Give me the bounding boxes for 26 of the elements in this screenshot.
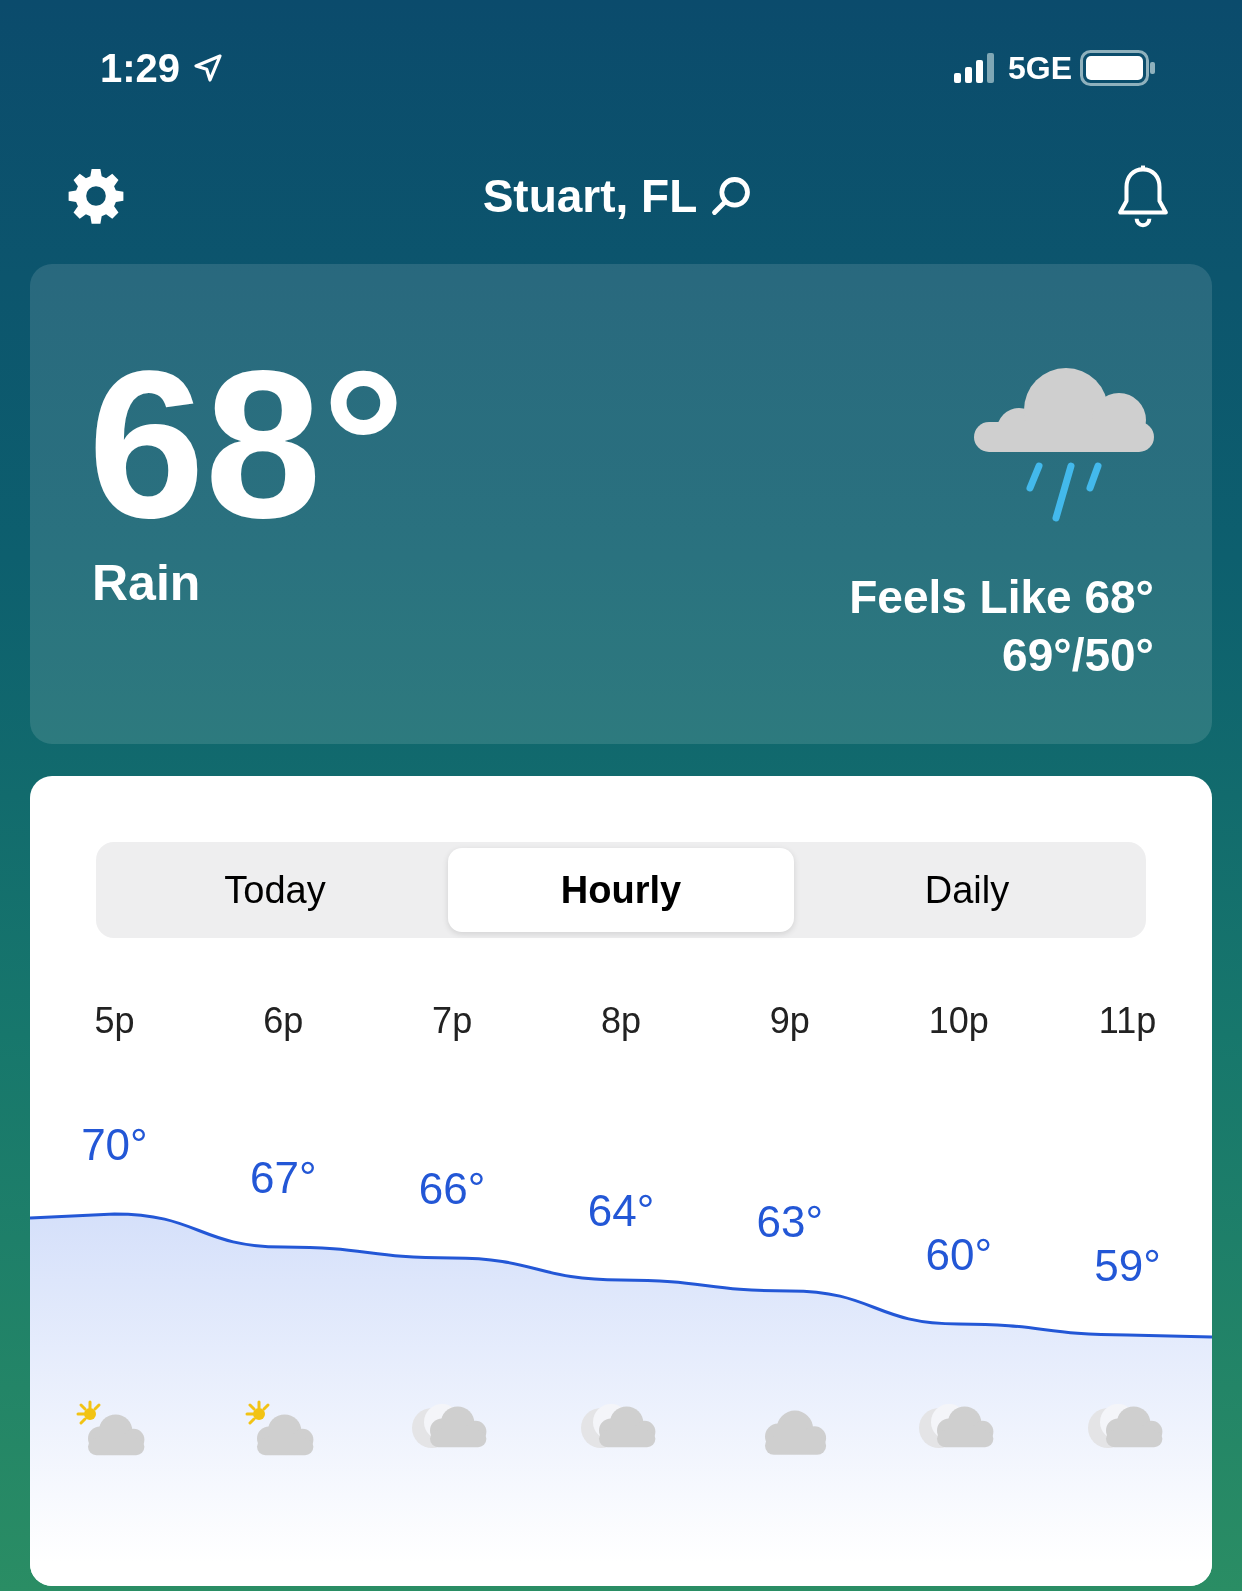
- hour-temperature: 66°: [418, 1163, 486, 1215]
- hour-label: 10p: [928, 999, 989, 1043]
- current-temperature: 68°: [88, 360, 406, 530]
- hour-label: 11p: [1098, 999, 1157, 1043]
- feels-like-text: Feels Like 68°: [849, 574, 1154, 620]
- forecast-tab[interactable]: Hourly: [448, 848, 794, 932]
- clock-time: 1:29: [100, 45, 181, 92]
- hour-temperature: 70°: [81, 1119, 148, 1171]
- hour-temperature: 60°: [925, 1229, 992, 1281]
- location-arrow-icon: [192, 52, 225, 84]
- hour-temperature: 59°: [1094, 1240, 1161, 1292]
- hour-temperature: 63°: [756, 1196, 824, 1248]
- forecast-tab[interactable]: Today: [102, 848, 448, 932]
- hour-temperature: 67°: [250, 1152, 317, 1204]
- network-type: 5GE: [1007, 49, 1072, 88]
- hour-label: 6p: [263, 999, 304, 1043]
- forecast-tab[interactable]: Daily: [794, 848, 1140, 932]
- hour-label: 9p: [769, 999, 810, 1043]
- high-low-temperature: 69°/50°: [1002, 632, 1154, 678]
- hour-temperature: 64°: [587, 1185, 655, 1237]
- hour-label: 5p: [94, 999, 135, 1043]
- battery-icon: [1080, 50, 1156, 86]
- hour-label: 7p: [432, 999, 473, 1043]
- condition-label: Rain: [92, 558, 202, 608]
- hour-label: 8p: [600, 999, 641, 1043]
- location-search-button[interactable]: Stuart, FL: [482, 161, 754, 231]
